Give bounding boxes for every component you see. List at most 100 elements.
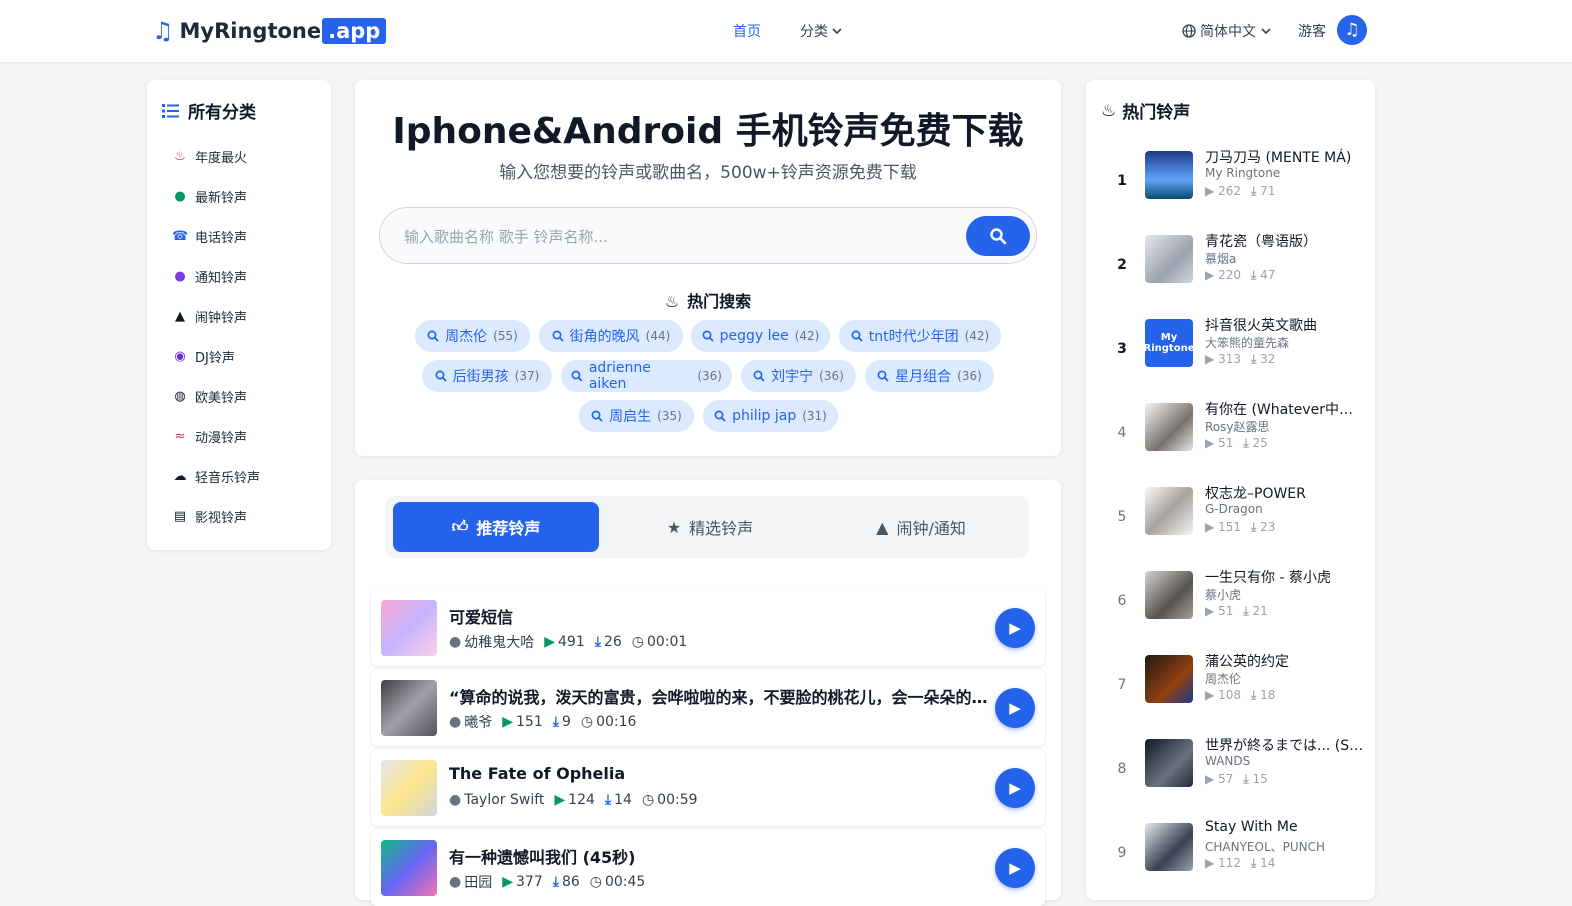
download-icon: ⤓ [1250,688,1257,702]
song-title[interactable]: 可爱短信 [449,604,989,628]
tag-count: (31) [802,409,827,423]
tab-featured[interactable]: ★ 精选铃声 [607,502,813,552]
hot-tag[interactable]: peggy lee (42) [691,320,830,352]
play-count-icon: ▶ [1205,184,1215,198]
search-input[interactable]: 输入歌曲名称 歌手 铃声名称... [379,207,1037,264]
user-avatar[interactable]: ♫ [1337,15,1367,45]
tag-label: peggy lee [719,328,789,344]
hot-ringtone-item[interactable]: 4 有你在 (Whatever中文版) Rosy赵露思 ▶ 51 ⤓ 25 [1086,402,1375,473]
tab-label: 闹钟/通知 [896,519,966,538]
cover-logo-text: My Ringtone [1143,331,1195,355]
ringtone-title[interactable]: 青花瓷（粤语版） [1205,231,1365,251]
hot-tag[interactable]: 周杰伦 (55) [415,320,530,352]
ringtone-title[interactable]: Stay With Me [1205,819,1365,835]
play-count-icon: ▶ [1205,772,1215,786]
download-icon: ⤓ [604,792,612,808]
hot-ringtone-item[interactable]: 8 世界が終るまでは... (SLAM DUNK) WANDS ▶ 57 ⤓ 15 [1086,738,1375,809]
rank-number: 3 [1117,341,1127,357]
song-plays: 151 [516,714,543,730]
song-title[interactable]: The Fate of Ophelia [449,764,989,783]
hot-tag[interactable]: philip jap (31) [703,400,838,432]
sidebar-item-label: 最新铃声 [195,190,248,206]
sidebar-item-film[interactable]: ▤ 影视铃声 [172,504,247,528]
hot-tag[interactable]: 星月组合 (36) [865,360,994,392]
bell-icon: ▲ [876,517,889,537]
ringtone-title[interactable]: 世界が終るまでは... (SLAM DUNK) [1205,735,1365,755]
ringtone-title[interactable]: 蒲公英的约定 [1205,651,1365,671]
song-title[interactable]: 有一种遗憾叫我们 (45秒) [449,844,989,868]
play-button[interactable]: ▶ [995,768,1035,808]
tag-label: tnt时代少年团 [868,329,959,345]
sidebar-item-dj[interactable]: ◉ DJ铃声 [172,344,235,368]
hot-tag[interactable]: tnt时代少年团 (42) [839,320,1001,352]
sidebar-item-latest[interactable]: ● 最新铃声 [172,184,247,208]
hot-ringtone-item[interactable]: 7 蒲公英的约定 周杰伦 ▶ 108 ⤓ 18 [1086,654,1375,725]
tab-alarm-notify[interactable]: ▲ 闹钟/通知 [821,502,1021,552]
hot-tag[interactable]: adrienne aiken (36) [561,360,732,392]
song-row[interactable]: “算命的说我，泼天的富贵，会哗啦啦的来，不要脸的桃花儿，会一朵朵的开” ● 曦爷 … [371,670,1045,746]
bell-icon: ▲ [175,308,185,324]
sidebar-item-western[interactable]: ◍ 欧美铃声 [172,384,247,408]
guest-label[interactable]: 游客 [1298,0,1326,62]
ringtone-cover [1145,487,1193,535]
sidebar-item-anime[interactable]: ≈ 动漫铃声 [172,424,247,448]
tab-recommended[interactable]: 👍︎ 推荐铃声 [393,502,599,552]
tag-count: (55) [493,329,518,343]
ringtone-stats: ▶ 313 ⤓ 32 [1205,352,1275,367]
sidebar-item-light-music[interactable]: ☁ 轻音乐铃声 [172,464,261,488]
ringtone-title[interactable]: 一生只有你 - 蔡小虎 [1205,567,1365,587]
play-count-icon: ▶ [1205,688,1215,702]
play-button[interactable]: ▶ [995,608,1035,648]
ringtone-title[interactable]: 抖音很火英文歌曲 [1205,315,1365,335]
tag-count: (35) [657,409,682,423]
sidebar-item-annual-hot[interactable]: ♨ 年度最火 [172,144,247,168]
song-meta: ● 曦爷 ▶ 151 ⤓ 9 ◷ 00:16 [449,712,636,732]
download-icon: ⤓ [552,714,559,730]
nav-home[interactable]: 首页 [733,0,761,62]
play-button[interactable]: ▶ [995,688,1035,728]
hot-tag[interactable]: 后街男孩 (37) [422,360,552,392]
song-row[interactable]: 有一种遗憾叫我们 (45秒) ● 田园 ▶ 377 ⤓ 86 ◷ 00:45 ▶ [371,830,1045,906]
hot-ringtone-item[interactable]: 2 青花瓷（粤语版） 慕烟a ▶ 220 ⤓ 47 [1086,234,1375,305]
language-label: 简体中文 [1200,24,1256,40]
language-selector[interactable]: 简体中文 [1182,0,1272,62]
play-button[interactable]: ▶ [995,848,1035,888]
ringtone-title[interactable]: 权志龙–POWER [1205,483,1365,503]
hot-ringtone-item[interactable]: 1 刀马刀马 (MENTE MÁ) My Ringtone ▶ 262 ⤓ 71 [1086,150,1375,221]
site-logo[interactable]: ♫ MyRingtone .app [152,15,387,47]
song-title[interactable]: “算命的说我，泼天的富贵，会哗啦啦的来，不要脸的桃花儿，会一朵朵的开” [449,684,989,708]
disc-icon: ◉ [174,348,186,364]
hot-tag[interactable]: 街角的晚风 (44) [539,320,683,352]
ringtone-title[interactable]: 刀马刀马 (MENTE MÁ) [1205,147,1365,167]
nav-category[interactable]: 分类 [800,0,843,62]
sidebar-item-phone[interactable]: ☎ 电话铃声 [172,224,247,248]
sidebar-item-label: 通知铃声 [195,270,248,286]
ringtone-title[interactable]: 有你在 (Whatever中文版) [1205,399,1365,419]
ringtone-plays: 108 [1218,688,1241,702]
clock-icon: ◷ [631,634,644,650]
ringtone-artist: CHANYEOL、PUNCH [1205,840,1326,854]
logo-name: MyRingtone [179,19,322,43]
play-count-icon: ▶ [1205,520,1215,534]
hot-ringtone-item[interactable]: 3 My Ringtone 抖音很火英文歌曲 大笨熊的童先森 ▶ 313 ⤓ 32 [1086,318,1375,389]
ringtone-plays: 151 [1218,520,1241,534]
hot-ringtone-item[interactable]: 5 权志龙–POWER G-Dragon ▶ 151 ⤓ 23 [1086,486,1375,557]
ringtone-list-card: 👍︎ 推荐铃声 ★ 精选铃声 ▲ 闹钟/通知 可爱短信 ● 幼稚鬼大哈 ▶ 491 ⤓ 26… [355,480,1061,906]
search-button[interactable] [966,216,1030,256]
ringtone-stats: ▶ 51 ⤓ 21 [1205,604,1268,619]
star-icon: ★ [666,517,682,537]
hot-tag[interactable]: 刘宇宁 (36) [741,360,856,392]
hot-ringtone-item[interactable]: 9 Stay With Me CHANYEOL、PUNCH ▶ 112 ⤓ 14 [1086,819,1375,893]
search-icon [753,370,765,382]
song-row[interactable]: 可爱短信 ● 幼稚鬼大哈 ▶ 491 ⤓ 26 ◷ 00:01 ▶ [371,590,1045,666]
sidebar-item-alarm[interactable]: ▲ 闹钟铃声 [172,304,247,328]
play-count-icon: ▶ [502,874,513,890]
tag-label: adrienne aiken [588,360,651,392]
download-icon: ⤓ [552,874,559,890]
sidebar-title: 所有分类 [162,98,256,123]
sidebar-item-label: 年度最火 [195,150,248,166]
hot-tag[interactable]: 周启生 (35) [579,400,694,432]
song-row[interactable]: The Fate of Ophelia ● Taylor Swift ▶ 124 ⤓… [371,750,1045,826]
sidebar-item-notification[interactable]: ● 通知铃声 [172,264,247,288]
hot-ringtone-item[interactable]: 6 一生只有你 - 蔡小虎 蔡小虎 ▶ 51 ⤓ 21 [1086,570,1375,641]
